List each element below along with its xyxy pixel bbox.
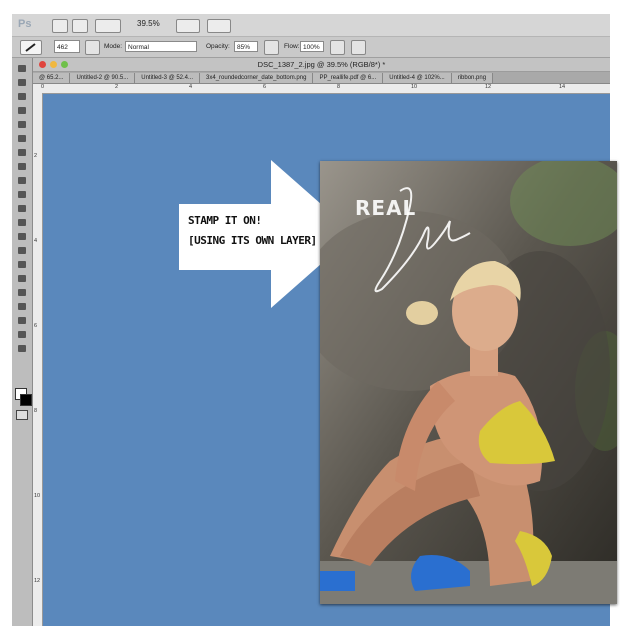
pressure-size-toggle[interactable] bbox=[351, 40, 366, 55]
brush-tool-preset[interactable] bbox=[20, 40, 42, 55]
blur-tool-icon[interactable] bbox=[15, 232, 29, 241]
document-tab[interactable]: ribbon.png bbox=[451, 73, 494, 83]
ruler-tick-label: 4 bbox=[189, 84, 193, 90]
bridge-button[interactable] bbox=[52, 19, 68, 33]
document-tab[interactable]: 3x4_roundedcorner_date_bottom.png bbox=[200, 73, 314, 83]
brush-tool-icon[interactable] bbox=[15, 162, 29, 171]
stamp-text-real: REAL bbox=[355, 196, 417, 220]
marquee-tool-icon[interactable] bbox=[15, 78, 29, 87]
ruler-tick-label: 6 bbox=[263, 84, 267, 90]
shape-tool-icon[interactable] bbox=[15, 302, 29, 311]
view-extras-dropdown[interactable] bbox=[95, 19, 121, 33]
type-tool-icon[interactable] bbox=[15, 274, 29, 283]
ruler-tick-label: 2 bbox=[115, 84, 119, 90]
ruler-tick-label: 10 bbox=[34, 493, 41, 499]
path-select-tool-icon[interactable] bbox=[15, 288, 29, 297]
flow-input[interactable]: 100% bbox=[300, 41, 324, 52]
horizontal-ruler: 0 2 4 6 8 10 12 14 bbox=[33, 84, 610, 94]
airbrush-toggle[interactable] bbox=[330, 40, 345, 55]
document-tabs: @ 65.2... Untitled-2 @ 90.5... Untitled-3 … bbox=[33, 72, 610, 84]
ruler-tick-label: 6 bbox=[34, 323, 38, 329]
3d-rotate-tool-icon[interactable] bbox=[15, 316, 29, 325]
ruler-tick-label: 12 bbox=[485, 84, 492, 90]
history-brush-tool-icon[interactable] bbox=[15, 190, 29, 199]
ruler-tick-label: 14 bbox=[559, 84, 566, 90]
vertical-ruler: 2 4 6 8 10 12 bbox=[33, 93, 43, 626]
hand-tool-icon[interactable] bbox=[15, 330, 29, 339]
document-tab[interactable]: Untitled-2 @ 90.5... bbox=[70, 73, 136, 83]
lasso-tool-icon[interactable] bbox=[15, 92, 29, 101]
zoom-level[interactable]: 39.5% bbox=[137, 19, 160, 28]
document-tab[interactable]: @ 65.2... bbox=[33, 73, 71, 83]
clone-stamp-tool-icon[interactable] bbox=[15, 176, 29, 185]
document-title-bar: DSC_1387_2.jpg @ 39.5% (RGB/8*) * bbox=[33, 58, 610, 72]
brush-panel-toggle[interactable] bbox=[85, 40, 100, 55]
document-title: DSC_1387_2.jpg @ 39.5% (RGB/8*) * bbox=[257, 60, 386, 69]
zoom-tool-icon[interactable] bbox=[15, 344, 29, 353]
brush-icon bbox=[25, 43, 36, 52]
eraser-tool-icon[interactable] bbox=[15, 204, 29, 213]
document-tab[interactable]: Untitled-3 @ 52.4... bbox=[135, 73, 201, 83]
mini-bridge-button[interactable] bbox=[72, 19, 88, 33]
photo-layer[interactable] bbox=[320, 161, 617, 604]
quick-select-tool-icon[interactable] bbox=[15, 106, 29, 115]
pressure-opacity-toggle[interactable] bbox=[264, 40, 279, 55]
brush-size-picker[interactable]: 462 bbox=[54, 40, 80, 53]
ruler-tick-label: 8 bbox=[34, 408, 38, 414]
document-tab[interactable]: PP_reallife.pdf @ 6... bbox=[313, 73, 384, 83]
girl-on-rock-photo bbox=[320, 161, 617, 604]
opacity-input[interactable]: 85% bbox=[234, 41, 258, 52]
crop-tool-icon[interactable] bbox=[15, 120, 29, 129]
dodge-tool-icon[interactable] bbox=[15, 246, 29, 255]
foreground-color-swatch[interactable] bbox=[20, 394, 32, 406]
ruler-tick-label: 10 bbox=[411, 84, 418, 90]
screen-mode-dropdown[interactable] bbox=[207, 19, 231, 33]
healing-brush-tool-icon[interactable] bbox=[15, 148, 29, 157]
ruler-tick-label: 12 bbox=[34, 578, 41, 584]
mode-label: Mode: bbox=[104, 43, 123, 50]
tools-panel bbox=[12, 58, 33, 626]
document-tab[interactable]: Untitled-4 @ 102%... bbox=[383, 73, 452, 83]
photoshop-logo: Ps bbox=[18, 18, 32, 30]
move-tool-icon[interactable] bbox=[15, 64, 29, 73]
opacity-label: Opacity: bbox=[206, 43, 230, 50]
callout-text-line1: STAMP IT ON! bbox=[188, 214, 262, 227]
ruler-tick-label: 8 bbox=[337, 84, 341, 90]
ruler-tick-label: 2 bbox=[34, 153, 38, 159]
callout-text-line2: [USING ITS OWN LAYER] bbox=[188, 234, 317, 247]
mode-select[interactable]: Normal bbox=[125, 41, 197, 52]
options-bar: 462 Mode: Normal Opacity: 85% Flow: 100% bbox=[12, 37, 610, 58]
arrange-documents-dropdown[interactable] bbox=[176, 19, 200, 33]
pen-tool-icon[interactable] bbox=[15, 260, 29, 269]
gradient-tool-icon[interactable] bbox=[15, 218, 29, 227]
flow-label: Flow: bbox=[284, 43, 300, 50]
quick-mask-button[interactable] bbox=[16, 410, 28, 420]
ruler-tick-label: 4 bbox=[34, 238, 38, 244]
ruler-tick-label: 0 bbox=[41, 84, 45, 90]
eyedropper-tool-icon[interactable] bbox=[15, 134, 29, 143]
application-bar: Ps 39.5% bbox=[12, 14, 610, 37]
